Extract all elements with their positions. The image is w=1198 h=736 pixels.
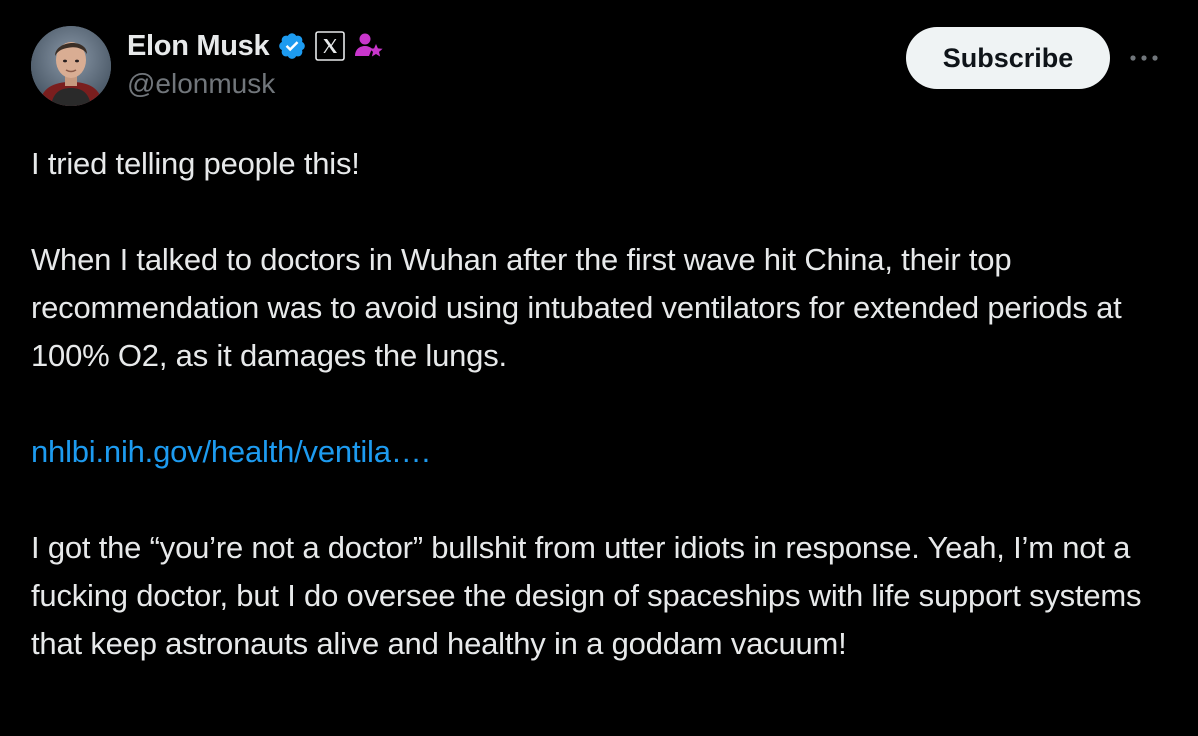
author-handle[interactable]: @elonmusk — [127, 68, 275, 100]
display-name[interactable]: Elon Musk — [127, 30, 270, 63]
author-name-row: Elon Musk — [127, 28, 385, 64]
avatar-photo — [31, 26, 111, 106]
tweet-paragraph: I tried telling people this! — [31, 146, 360, 181]
tweet-link-paragraph: nhlbi.nih.gov/health/ventila…. — [31, 428, 1176, 476]
tweet-text: I tried telling people this! When I talk… — [31, 140, 1176, 668]
more-options-icon[interactable] — [1126, 42, 1162, 74]
avatar[interactable] — [31, 26, 111, 106]
tweet-card: Elon Musk @elonmusk Subscribe I tried te… — [0, 0, 1198, 736]
tweet-link[interactable]: nhlbi.nih.gov/health/ventila…. — [31, 434, 430, 469]
tweet-paragraph: When I talked to doctors in Wuhan after … — [31, 242, 1122, 373]
x-logo-icon[interactable] — [315, 31, 346, 61]
tweet-paragraph: I got the “you’re not a doctor” bullshit… — [31, 530, 1142, 661]
verified-badge-icon[interactable] — [277, 31, 307, 61]
person-star-icon[interactable] — [353, 30, 385, 62]
subscribe-button[interactable]: Subscribe — [906, 27, 1110, 89]
